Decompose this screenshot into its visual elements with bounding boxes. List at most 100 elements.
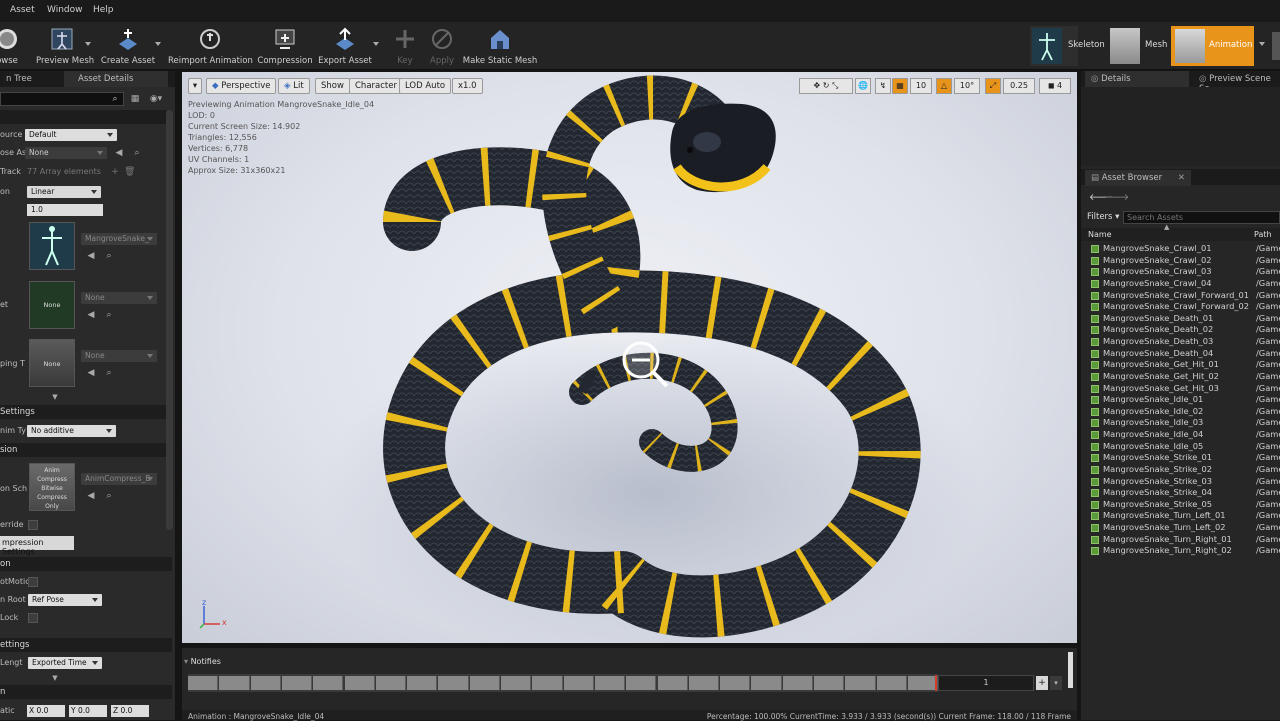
asset-row[interactable]: MangroveSnake_Get_Hit_03/Game <box>1087 383 1280 395</box>
asset-row[interactable]: MangroveSnake_Get_Hit_02/Game <box>1087 371 1280 383</box>
rotation-snap-value[interactable]: 10° <box>954 78 980 94</box>
show-button[interactable]: Show <box>315 78 350 94</box>
timeline-segment[interactable] <box>751 676 782 690</box>
scale-icon[interactable]: ⤡ <box>832 81 838 90</box>
tab-asset-details[interactable]: Asset Details <box>64 71 168 87</box>
perspective-button[interactable]: ◆ Perspective <box>206 78 277 94</box>
menu-help[interactable]: Help <box>93 5 114 15</box>
timeline-segment[interactable] <box>344 676 375 690</box>
arrow-left-icon[interactable]: ◀ <box>86 251 96 261</box>
animation-length-combo[interactable]: Exported Time <box>28 657 102 669</box>
arrow-left-icon[interactable]: ◀ <box>86 491 96 501</box>
none-combo-2[interactable]: None <box>81 350 157 362</box>
export-asset-dropdown-icon[interactable] <box>373 42 379 46</box>
asset-row[interactable]: MangroveSnake_Death_01/Game <box>1087 313 1280 325</box>
section-root-motion[interactable]: on <box>0 557 172 571</box>
frame-field[interactable]: 1 <box>938 675 1034 691</box>
compression-settings-button[interactable]: mpression Settings <box>0 536 74 556</box>
menu-window[interactable]: Window <box>47 5 83 15</box>
tab-skeleton-tree[interactable]: n Tree <box>0 71 38 87</box>
compression-button[interactable]: Compression <box>256 22 314 70</box>
asset-row[interactable]: MangroveSnake_Idle_02/Game <box>1087 406 1280 418</box>
skeleton-combo[interactable]: MangroveSnake_ <box>81 233 157 245</box>
mode-animation[interactable]: Animation <box>1171 26 1254 66</box>
forward-arrow-icon[interactable]: 🡒 <box>1105 193 1129 203</box>
arrow-left-icon[interactable]: ◀ <box>86 310 96 320</box>
asset-row[interactable]: MangroveSnake_Crawl_Forward_02/Game <box>1087 301 1280 313</box>
asset-row[interactable]: MangroveSnake_Turn_Right_02/Game <box>1087 545 1280 557</box>
asset-row[interactable]: MangroveSnake_Strike_05/Game <box>1087 499 1280 511</box>
grid-snap-value[interactable]: 10 <box>910 78 932 94</box>
details-search-input[interactable] <box>0 92 124 106</box>
asset-row[interactable]: MangroveSnake_Crawl_02/Game <box>1087 255 1280 267</box>
asset-row[interactable]: MangroveSnake_Turn_Right_01/Game <box>1087 534 1280 546</box>
trash-icon[interactable]: 🗑 <box>124 167 135 177</box>
asset-row[interactable]: MangroveSnake_Idle_01/Game <box>1087 394 1280 406</box>
mode-dropdown-icon[interactable] <box>1259 42 1265 46</box>
mode-mesh[interactable]: Mesh <box>1108 26 1168 66</box>
asset-row[interactable]: MangroveSnake_Idle_04/Game <box>1087 429 1280 441</box>
timeline-segment[interactable] <box>219 676 250 690</box>
menu-asset[interactable]: Asset <box>10 5 35 15</box>
timeline-segment[interactable] <box>281 676 313 690</box>
timeline-segment[interactable] <box>375 676 407 690</box>
tab-details[interactable]: ◎ Details <box>1085 71 1189 87</box>
browse-button[interactable]: owse <box>0 22 22 70</box>
timeline-segment[interactable] <box>438 676 469 690</box>
export-asset-button[interactable]: Export Asset <box>317 22 373 70</box>
scale-snap-icon[interactable]: ⤢ <box>985 78 1001 94</box>
timeline-segment[interactable] <box>688 676 720 690</box>
section-settings[interactable]: Settings <box>0 405 172 419</box>
timeline-segment[interactable] <box>907 676 939 690</box>
additive-type-combo[interactable]: No additive <box>27 425 116 437</box>
asset-row[interactable]: MangroveSnake_Idle_05/Game <box>1087 441 1280 453</box>
add-element-icon[interactable]: + <box>110 167 120 177</box>
expand-icon[interactable]: ▼ <box>50 392 60 402</box>
browse-search-icon[interactable]: ⌕ <box>132 148 142 158</box>
timeline-segment[interactable] <box>594 676 626 690</box>
y-field[interactable]: Y 0.0 <box>69 705 107 717</box>
column-name-header[interactable]: Name <box>1088 230 1112 239</box>
mode-extra[interactable] <box>1272 32 1280 60</box>
asset-row[interactable]: MangroveSnake_Turn_Left_02/Game <box>1087 522 1280 534</box>
timeline-segment[interactable] <box>876 676 907 690</box>
rotate-icon[interactable]: ↻ <box>823 81 830 90</box>
timeline-segment[interactable] <box>532 676 563 690</box>
add-track-button[interactable]: + <box>1036 676 1048 690</box>
left-panel-scrollbar[interactable] <box>166 110 173 530</box>
z-field[interactable]: Z 0.0 <box>111 705 149 717</box>
browse-search-icon[interactable]: ⌕ <box>104 251 114 261</box>
make-static-mesh-button[interactable]: Make Static Mesh <box>462 22 538 70</box>
asset-row[interactable]: MangroveSnake_Get_Hit_01/Game <box>1087 359 1280 371</box>
search-assets-input[interactable] <box>1123 211 1280 224</box>
timeline-segment[interactable] <box>313 676 344 690</box>
back-arrow-icon[interactable]: 🡐 <box>1089 193 1113 203</box>
section-transform[interactable]: n <box>0 685 172 699</box>
asset-row[interactable]: MangroveSnake_Strike_01/Game <box>1087 452 1280 464</box>
browse-search-icon[interactable]: ⌕ <box>104 368 114 378</box>
world-local-icon[interactable]: 🌐 <box>855 78 871 94</box>
section-compression[interactable]: sion <box>0 443 172 457</box>
viewport[interactable]: ▾ ◆ Perspective ◈ Lit Show Character LOD… <box>182 72 1077 643</box>
timeline-segment[interactable] <box>407 676 438 690</box>
none-combo-1[interactable]: None <box>81 292 157 304</box>
thumbnail-none-1[interactable]: None <box>29 281 75 329</box>
asset-row[interactable]: MangroveSnake_Death_04/Game <box>1087 348 1280 360</box>
rate-scale-field[interactable]: 1.0 <box>27 204 103 216</box>
reimport-animation-button[interactable]: Reimport Animation <box>168 22 253 70</box>
surface-snap-icon[interactable]: ↯ <box>875 78 891 94</box>
timeline-scrollbar[interactable] <box>1068 652 1073 688</box>
lod-auto-button[interactable]: LOD Auto <box>399 78 452 94</box>
asset-row[interactable]: MangroveSnake_Crawl_01/Game <box>1087 243 1280 255</box>
compression-scheme-combo[interactable]: AnimCompress_B <box>81 473 157 485</box>
timeline-segment[interactable] <box>188 676 219 690</box>
character-button[interactable]: Character <box>349 78 403 94</box>
track-options-icon[interactable]: ▾ <box>1050 676 1062 690</box>
eye-icon[interactable]: ◉▾ <box>148 94 164 104</box>
root-motion-checkbox[interactable] <box>28 577 38 587</box>
tab-asset-browser[interactable]: ▤ Asset Browser ✕ <box>1085 170 1191 186</box>
timeline-segment[interactable] <box>563 676 594 690</box>
timeline-segment[interactable] <box>501 676 532 690</box>
root-lock-combo[interactable]: Ref Pose <box>28 594 102 606</box>
pose-combo[interactable]: None <box>25 147 107 159</box>
